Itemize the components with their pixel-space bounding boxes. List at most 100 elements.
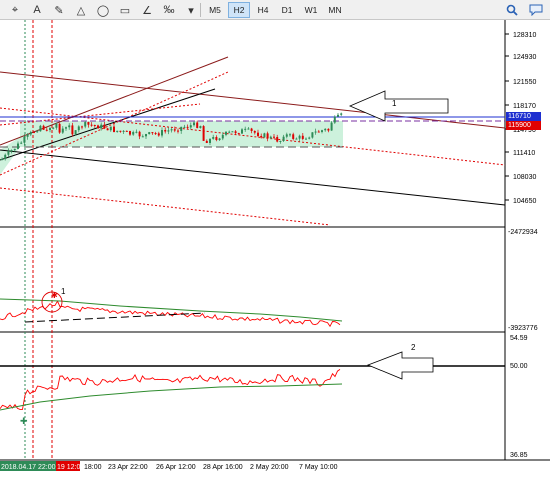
candle-body (4, 154, 7, 160)
candle-body (154, 133, 157, 135)
chart-toolbar: ⌖ A ✎ △ ◯ ▭ ∠ ‰ ▾ M5 H2 H4 D1 W1 MN (0, 0, 550, 20)
timeframe-h2[interactable]: H2 (228, 2, 250, 18)
candle-body (122, 130, 125, 132)
candle-body (74, 130, 77, 135)
time-axis: 18:00 23 Apr 22:00 26 Apr 12:00 28 Apr 16:0… (84, 464, 338, 471)
candle-body (237, 133, 240, 135)
candle-body (97, 125, 99, 129)
candle-body (129, 131, 131, 135)
candle-body (292, 134, 295, 139)
candle-body (327, 128, 330, 131)
candle-body (298, 135, 301, 139)
candle-body (186, 126, 189, 128)
timeframe-h4[interactable]: H4 (252, 2, 274, 18)
candle-body (135, 131, 138, 133)
candle-body (273, 136, 275, 138)
candle-body (337, 114, 339, 117)
candle-body (180, 126, 183, 131)
candle-body (202, 126, 205, 141)
candle-body (324, 128, 327, 131)
candle-body (138, 131, 141, 137)
candle-body (314, 131, 317, 133)
price-axis-label: 124930 (513, 54, 536, 61)
candle-body (36, 131, 39, 133)
time-highlight-red-label: 19 12:00 (57, 464, 84, 471)
candle-body (241, 129, 243, 134)
price-badge-upper: 116710 (506, 112, 541, 121)
candle-body (109, 126, 112, 131)
candle-body (250, 128, 253, 132)
candle-body (55, 123, 58, 128)
ellipse-tool-icon[interactable]: ◯ (92, 1, 114, 19)
candle-body (90, 124, 93, 126)
crosshair-icon[interactable]: ⌖ (4, 1, 26, 19)
time-highlight-green-label: 2018.04.17 22:00 (1, 464, 56, 471)
timeframe-mn[interactable]: MN (324, 2, 346, 18)
price-axis-label: 121550 (513, 79, 536, 86)
candle-body (151, 132, 154, 134)
candle-body (167, 130, 170, 132)
search-icon[interactable] (501, 1, 523, 19)
candle-body (26, 134, 29, 137)
candle-body (340, 113, 343, 115)
text-tool-icon[interactable]: A (26, 1, 48, 19)
time-axis-label: 28 Apr 16:00 (203, 464, 243, 471)
time-axis-label: 23 Apr 22:00 (108, 464, 148, 471)
candle-body (221, 134, 224, 139)
candle-body (301, 135, 304, 139)
candle-body (39, 125, 42, 132)
candle-body (100, 124, 103, 129)
rsi-up-arrow-marker: ✚ (20, 416, 28, 426)
candle-body (231, 131, 234, 133)
candle-body (253, 131, 256, 133)
timeframe-d1[interactable]: D1 (276, 2, 298, 18)
price-chart[interactable]: 1 12831012493012155011817011479011141010… (0, 20, 550, 477)
chat-icon[interactable] (525, 1, 547, 19)
triangle-tool-icon[interactable]: △ (70, 1, 92, 19)
candle-body (321, 130, 323, 132)
candle-body (330, 122, 333, 131)
rsi-label-top: 54.59 (510, 335, 528, 342)
pen-tool-icon[interactable]: ✎ (48, 1, 70, 19)
candle-body (196, 122, 199, 128)
candle-body (311, 132, 314, 138)
candle-body (45, 129, 48, 131)
candle-body (52, 127, 55, 129)
time-axis-label: 18:00 (84, 464, 102, 471)
candle-body (84, 122, 87, 127)
oscillator-bottom-label: -3923776 (508, 325, 538, 332)
candle-body (42, 125, 45, 130)
candle-body (13, 148, 16, 151)
candle-body (276, 136, 279, 142)
candle-body (29, 132, 32, 135)
angle-tool-icon[interactable]: ∠ (136, 1, 158, 19)
candle-body (209, 138, 211, 143)
candle-body (119, 130, 122, 132)
candle-body (279, 140, 282, 142)
candle-body (212, 137, 215, 139)
candle-body (141, 136, 144, 138)
candle-body (125, 130, 128, 132)
timeframe-w1[interactable]: W1 (300, 2, 322, 18)
candle-body (33, 132, 35, 134)
candle-body (215, 137, 218, 141)
candle-body (269, 136, 272, 139)
time-axis-label: 26 Apr 12:00 (156, 464, 196, 471)
candle-body (170, 129, 173, 131)
shapes-menu-icon[interactable]: ‰ (158, 1, 180, 19)
candle-body (183, 126, 186, 128)
candle-body (295, 138, 298, 140)
candle-body (65, 127, 67, 129)
candle-body (77, 126, 80, 131)
dropdown-arrow-icon[interactable]: ▾ (180, 1, 202, 19)
timeframe-m5[interactable]: M5 (204, 2, 226, 18)
candle-body (282, 136, 285, 141)
rectangle-tool-icon[interactable]: ▭ (114, 1, 136, 19)
candle-body (132, 132, 135, 135)
channel-fill (20, 121, 343, 147)
time-axis-label: 2 May 20:00 (250, 464, 289, 471)
candle-body (164, 130, 167, 132)
candle-body (333, 116, 336, 123)
candle-body (228, 131, 231, 133)
candle-body (106, 128, 109, 131)
